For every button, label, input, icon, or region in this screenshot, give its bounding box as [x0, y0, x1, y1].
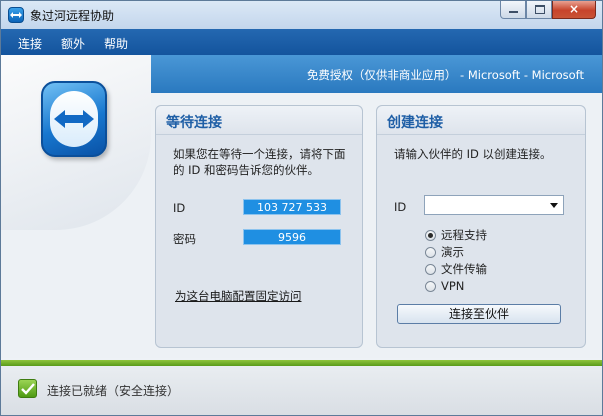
option-presentation[interactable]: 演示: [425, 244, 464, 260]
window-title: 象过河远程协助: [30, 9, 115, 23]
radio-file-transfer[interactable]: [425, 263, 436, 275]
maximize-icon: [535, 5, 545, 14]
partner-id-combobox[interactable]: [424, 195, 564, 215]
close-button[interactable]: ×: [552, 1, 596, 19]
license-text: 免费授权（仅供非商业应用） - Microsoft - Microsoft: [306, 68, 584, 82]
status-bar: 连接已就绪（安全连接）: [1, 366, 602, 415]
fixed-access-link[interactable]: 为这台电脑配置固定访问: [175, 288, 302, 304]
create-panel-description: 请输入伙伴的 ID 以创建连接。: [394, 147, 552, 161]
create-panel-title: 创建连接: [387, 115, 443, 131]
radio-remote-support[interactable]: [425, 229, 436, 241]
wait-panel-title: 等待连接: [166, 115, 222, 131]
password-value[interactable]: 9596: [243, 229, 341, 245]
menu-extras[interactable]: 额外: [61, 35, 85, 52]
menu-help[interactable]: 帮助: [104, 35, 128, 52]
menu-bar: 连接 额外 帮助: [1, 29, 602, 55]
password-label: 密码: [173, 232, 196, 246]
partner-id-label: ID: [394, 200, 407, 214]
option-remote-support[interactable]: 远程支持: [425, 227, 487, 243]
option-file-transfer-label: 文件传输: [441, 262, 487, 276]
connect-to-partner-button[interactable]: 连接至伙伴: [397, 304, 561, 324]
close-icon: ×: [568, 2, 580, 16]
app-window: 象过河远程协助 × 连接 额外 帮助 免费授权（仅供非商业应用） - Micro…: [0, 0, 603, 416]
create-connection-panel: 创建连接 请输入伙伴的 ID 以创建连接。 ID 远程支持 演示 文件传输 VP…: [376, 105, 586, 348]
radio-vpn[interactable]: [425, 280, 436, 292]
dropdown-arrow-icon[interactable]: [550, 203, 558, 208]
minimize-icon: [509, 11, 518, 13]
option-vpn-label: VPN: [441, 279, 465, 293]
option-remote-support-label: 远程支持: [441, 228, 487, 242]
ready-check-icon: [18, 379, 37, 398]
maximize-button[interactable]: [526, 1, 552, 19]
app-logo-icon: [8, 7, 24, 23]
window-controls: ×: [500, 1, 596, 20]
my-id-value[interactable]: 103 727 533: [243, 199, 341, 215]
wait-connection-panel: 等待连接 如果您在等待一个连接，请将下面的 ID 和密码告诉您的伙伴。 ID 1…: [155, 105, 363, 348]
radio-presentation[interactable]: [425, 246, 436, 258]
double-arrow-icon: [54, 110, 94, 128]
title-bar[interactable]: 象过河远程协助 ×: [1, 1, 602, 29]
option-file-transfer[interactable]: 文件传输: [425, 261, 487, 277]
option-vpn[interactable]: VPN: [425, 278, 464, 294]
teamviewer-logo-icon: [41, 81, 107, 157]
status-text: 连接已就绪（安全连接）: [47, 384, 180, 398]
minimize-button[interactable]: [500, 1, 526, 19]
option-presentation-label: 演示: [441, 245, 464, 259]
my-id-label: ID: [173, 201, 186, 215]
wait-panel-description: 如果您在等待一个连接，请将下面的 ID 和密码告诉您的伙伴。: [173, 147, 346, 177]
menu-connect[interactable]: 连接: [18, 35, 42, 52]
